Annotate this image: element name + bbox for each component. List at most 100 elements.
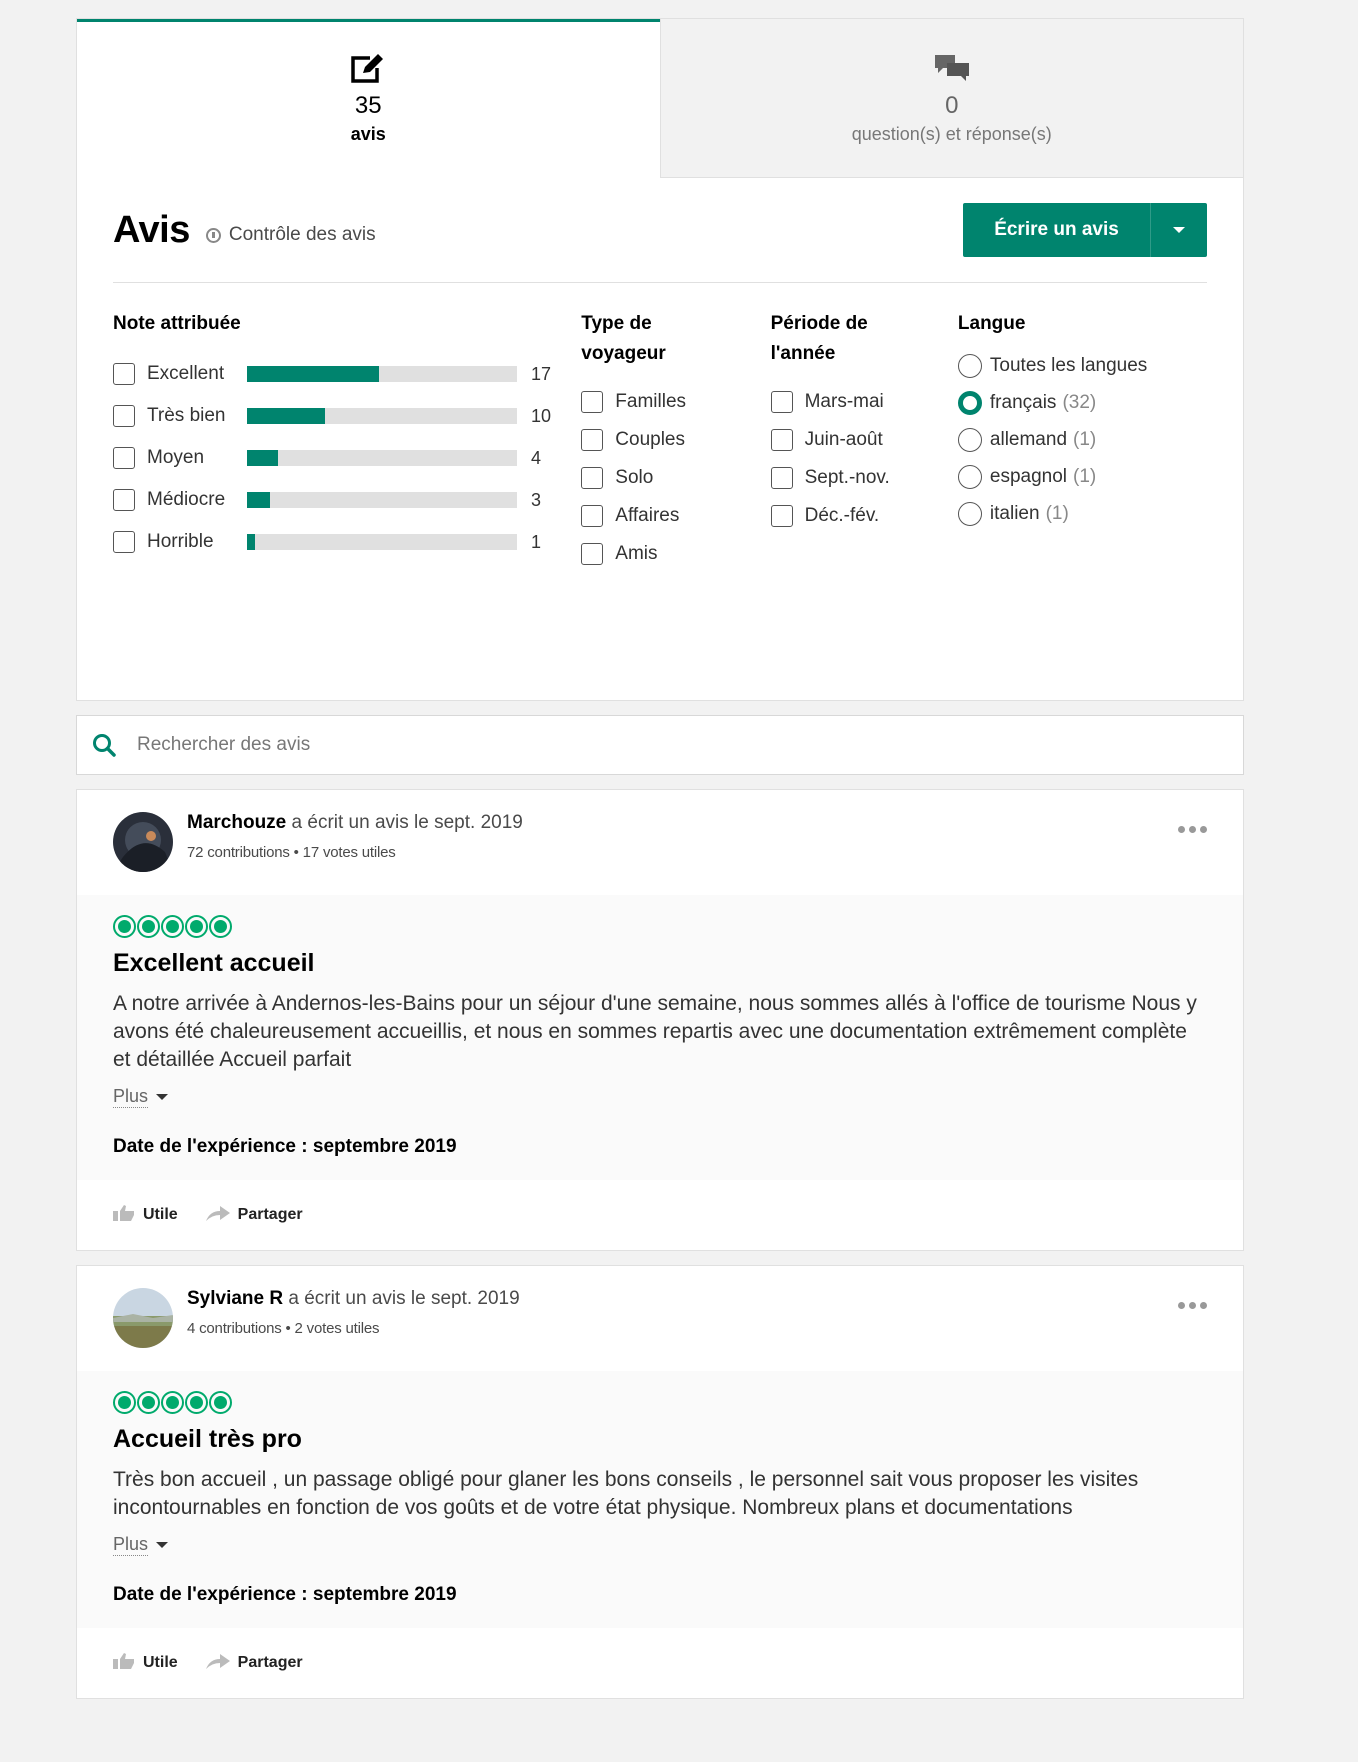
thumbs-up-icon bbox=[113, 1652, 135, 1674]
helpful-button[interactable]: Utile bbox=[113, 1204, 178, 1226]
read-more-link[interactable]: Plus bbox=[113, 1534, 1207, 1556]
reviewer-info: Marchouze a écrit un avis le sept. 2019 7… bbox=[187, 812, 523, 895]
helpful-button[interactable]: Utile bbox=[113, 1652, 178, 1674]
review-written-text: a écrit un avis le sept. 2019 bbox=[291, 812, 523, 833]
rating-bar bbox=[247, 408, 517, 424]
more-options-icon[interactable] bbox=[1178, 1302, 1207, 1309]
experience-date-value: septembre 2019 bbox=[312, 1136, 457, 1157]
review-title[interactable]: Excellent accueil bbox=[113, 949, 1207, 978]
rating-filter-row[interactable]: Horrible 1 bbox=[113, 521, 581, 563]
period-option[interactable]: Juin-août bbox=[770, 421, 958, 459]
rating-bubble-icon bbox=[113, 914, 136, 938]
avatar[interactable] bbox=[113, 1288, 173, 1348]
review-title[interactable]: Accueil très pro bbox=[113, 1425, 1207, 1454]
language-count: (1) bbox=[1073, 465, 1097, 487]
period-option[interactable]: Déc.-fév. bbox=[770, 497, 958, 535]
period-option-label: Sept.-nov. bbox=[804, 467, 890, 488]
checkbox[interactable] bbox=[581, 391, 604, 413]
period-option[interactable]: Sept.-nov. bbox=[770, 459, 958, 497]
search-icon bbox=[93, 734, 116, 757]
period-option-label: Juin-août bbox=[804, 429, 883, 450]
review-body: Excellent accueil A notre arrivée à Ander… bbox=[77, 895, 1243, 1180]
rating-bubble-icon bbox=[161, 1390, 184, 1414]
rating-bubble-icon bbox=[209, 914, 232, 938]
traveler-type-option-label: Solo bbox=[615, 467, 654, 488]
more-options-icon[interactable] bbox=[1178, 826, 1207, 833]
checkbox[interactable] bbox=[581, 543, 604, 565]
radio-button[interactable] bbox=[957, 501, 982, 526]
rating-bar bbox=[247, 534, 517, 550]
language-label: allemand bbox=[989, 428, 1068, 450]
review-control-link[interactable]: Contrôle des avis bbox=[205, 224, 376, 246]
language-option[interactable]: espagnol (1) bbox=[957, 458, 1207, 495]
bubble-rating bbox=[113, 1389, 1207, 1415]
traveler-type-option[interactable]: Affaires bbox=[581, 497, 770, 535]
experience-date-label: Date de l'expérience : bbox=[113, 1136, 308, 1157]
language-label: italien bbox=[989, 502, 1040, 524]
write-review-button[interactable]: Écrire un avis bbox=[963, 203, 1151, 257]
language-option[interactable]: italien (1) bbox=[957, 495, 1207, 532]
reviewer-name[interactable]: Marchouze bbox=[187, 812, 286, 833]
checkbox[interactable] bbox=[113, 447, 135, 469]
checkbox[interactable] bbox=[113, 531, 135, 553]
traveler-type-option-label: Amis bbox=[615, 543, 658, 564]
checkbox[interactable] bbox=[113, 363, 135, 385]
search-placeholder: Rechercher des avis bbox=[137, 734, 311, 755]
avatar[interactable] bbox=[113, 812, 173, 872]
share-button[interactable]: Partager bbox=[205, 1653, 303, 1674]
language-count: (32) bbox=[1062, 391, 1097, 413]
checkbox[interactable] bbox=[770, 429, 793, 451]
rating-bar-fill bbox=[247, 366, 380, 382]
radio-button[interactable] bbox=[957, 390, 982, 415]
checkbox[interactable] bbox=[581, 429, 604, 451]
rating-bar bbox=[247, 492, 517, 508]
checkbox[interactable] bbox=[113, 489, 135, 511]
rating-bar-fill bbox=[247, 408, 326, 424]
radio-button[interactable] bbox=[957, 427, 982, 452]
language-option[interactable]: français (32) bbox=[957, 384, 1207, 421]
review-actions: Utile Partager bbox=[77, 1628, 1243, 1698]
reviewer-stats: 72 contributions • 17 votes utiles bbox=[187, 844, 396, 861]
rating-filter-row[interactable]: Excellent 17 bbox=[113, 353, 581, 395]
reviewer-info: Sylviane R a écrit un avis le sept. 2019… bbox=[187, 1288, 520, 1371]
rating-count: 17 bbox=[531, 363, 552, 384]
qa-bubbles-icon bbox=[933, 48, 971, 88]
checkbox[interactable] bbox=[770, 505, 793, 527]
experience-date: Date de l'expérience : septembre 2019 bbox=[113, 1136, 1207, 1180]
period-option[interactable]: Mars-mai bbox=[770, 383, 958, 421]
tab-reviews[interactable]: 35 avis bbox=[77, 19, 660, 178]
search-reviews-field[interactable]: Rechercher des avis bbox=[76, 715, 1244, 775]
checkbox[interactable] bbox=[113, 405, 135, 427]
traveler-type-option[interactable]: Amis bbox=[581, 535, 770, 573]
checkbox[interactable] bbox=[581, 467, 604, 489]
write-review-dropdown[interactable] bbox=[1151, 203, 1207, 257]
checkbox[interactable] bbox=[581, 505, 604, 527]
language-option[interactable]: allemand (1) bbox=[957, 421, 1207, 458]
rating-filter-row[interactable]: Moyen 4 bbox=[113, 437, 581, 479]
checkbox[interactable] bbox=[770, 467, 793, 489]
reviewer-name[interactable]: Sylviane R bbox=[187, 1288, 283, 1309]
radio-button[interactable] bbox=[957, 353, 982, 378]
traveler-type-option[interactable]: Solo bbox=[581, 459, 770, 497]
traveler-type-option[interactable]: Familles bbox=[581, 383, 770, 421]
share-button[interactable]: Partager bbox=[205, 1205, 303, 1226]
language-option[interactable]: Toutes les langues bbox=[957, 347, 1207, 384]
traveler-type-heading: Type de voyageur bbox=[581, 313, 666, 364]
review-card: Sylviane R a écrit un avis le sept. 2019… bbox=[76, 1265, 1244, 1699]
rating-label: Excellent bbox=[147, 363, 225, 384]
rating-count: 1 bbox=[531, 531, 542, 552]
traveler-type-option[interactable]: Couples bbox=[581, 421, 770, 459]
experience-date-label: Date de l'expérience : bbox=[113, 1584, 308, 1605]
bubble-rating bbox=[113, 913, 1207, 939]
checkbox[interactable] bbox=[770, 391, 793, 413]
rating-filter-row[interactable]: Très bien 10 bbox=[113, 395, 581, 437]
rating-filter-row[interactable]: Médiocre 3 bbox=[113, 479, 581, 521]
helpful-label: Utile bbox=[143, 1654, 178, 1671]
rating-bubble-icon bbox=[209, 1390, 232, 1414]
radio-button[interactable] bbox=[957, 464, 982, 489]
traveler-type-filter: Type de voyageur Familles Couples Solo Affa… bbox=[581, 309, 770, 573]
read-more-link[interactable]: Plus bbox=[113, 1086, 1207, 1108]
rating-bar bbox=[247, 366, 517, 382]
review-header: Marchouze a écrit un avis le sept. 2019 7… bbox=[77, 790, 1243, 895]
tab-questions[interactable]: 0 question(s) et réponse(s) bbox=[659, 19, 1243, 178]
